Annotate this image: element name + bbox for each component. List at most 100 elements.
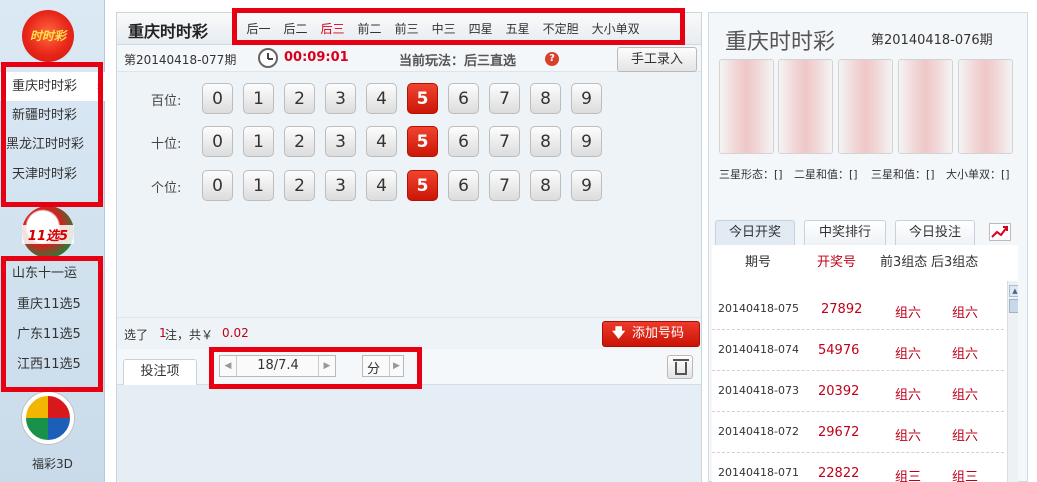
table-row[interactable]: 20140418-074 54976 组六 组六 xyxy=(712,330,1004,371)
digit-ball-1[interactable]: 1 xyxy=(243,170,274,201)
tab-hou1[interactable]: 后一 xyxy=(240,15,277,43)
row-front3: 组六 xyxy=(895,429,922,444)
digit-ball-4[interactable]: 4 xyxy=(366,170,397,201)
digit-ball-1[interactable]: 1 xyxy=(243,126,274,157)
row-number: 54976 xyxy=(818,343,860,358)
results-scrollbar[interactable]: ▲ xyxy=(1007,281,1018,482)
digit-ball-9[interactable]: 9 xyxy=(571,126,602,157)
ssc-logo-icon[interactable]: 时时彩 xyxy=(22,10,74,62)
row-back3: 组六 xyxy=(952,388,979,403)
fc3d-logo-icon[interactable] xyxy=(22,392,74,444)
ssc-logo-text: 时时彩 xyxy=(29,29,66,43)
col-header-front3: 前3组态 xyxy=(880,255,928,270)
tab-zhong3[interactable]: 中三 xyxy=(425,15,462,43)
digit-ball-6[interactable]: 6 xyxy=(448,83,479,114)
digit-ball-8[interactable]: 8 xyxy=(530,126,561,157)
col-header-number: 开奖号 xyxy=(817,255,857,270)
tab-bet-items[interactable]: 投注项 xyxy=(123,359,197,385)
row-period: 20140418-072 xyxy=(718,425,799,438)
digit-ball-8[interactable]: 8 xyxy=(530,170,561,201)
caret-right-icon[interactable]: ▶ xyxy=(389,356,403,376)
sidebar-item-gd11x5[interactable]: 广东11选5 xyxy=(0,320,105,349)
digit-ball-9[interactable]: 9 xyxy=(571,83,602,114)
digit-ball-3[interactable]: 3 xyxy=(325,83,356,114)
digit-ball-3[interactable]: 3 xyxy=(325,170,356,201)
table-row[interactable]: 20140418-075 27892 组六 组六 xyxy=(712,289,1004,330)
sidebar-item-label: 福彩3D xyxy=(32,457,73,471)
manual-entry-button[interactable]: 手工录入 xyxy=(617,47,697,72)
sidebar-item-cq11x5[interactable]: 重庆11选5 xyxy=(0,290,105,319)
11x5-logo-icon[interactable]: 11选5 xyxy=(22,206,74,258)
sidebar-item-label: 江西11选5 xyxy=(17,357,81,372)
sidebar-item-fc3d[interactable]: 福彩3D xyxy=(0,450,105,479)
caret-right-icon[interactable]: ▶ xyxy=(318,356,335,376)
table-row[interactable]: 20140418-073 20392 组六 组六 xyxy=(712,371,1004,412)
tab-qian3[interactable]: 前三 xyxy=(388,15,425,43)
draw-results-panel: 重庆时时彩 第20140418-076期 三星形态：[] 二星和值：[] 三星和… xyxy=(708,12,1028,482)
row-number: 29672 xyxy=(818,425,860,440)
digit-ball-1[interactable]: 1 xyxy=(243,83,274,114)
digit-ball-5[interactable]: 5 xyxy=(407,126,438,157)
sidebar-item-jx11x5[interactable]: 江西11选5 xyxy=(0,350,105,379)
tab-daxiaodanshuang[interactable]: 大小单双 xyxy=(585,15,646,43)
caret-left-icon[interactable]: ◀ xyxy=(220,356,237,376)
bet-list-header: 投注项 ◀ 18/7.4 ▶ 分 ▶ xyxy=(117,349,701,385)
tab-winning-rank[interactable]: 中奖排行 xyxy=(804,220,886,245)
row-back3: 组六 xyxy=(952,347,979,362)
digit-ball-2[interactable]: 2 xyxy=(284,126,315,157)
bet-items-list xyxy=(117,385,701,482)
tab-wuxing[interactable]: 五星 xyxy=(499,15,536,43)
11x5-logo-text: 11选5 xyxy=(22,225,74,244)
digit-ball-6[interactable]: 6 xyxy=(448,126,479,157)
table-row[interactable]: 20140418-072 29672 组六 组六 xyxy=(712,412,1004,453)
digit-ball-7[interactable]: 7 xyxy=(489,170,520,201)
row-period: 20140418-075 xyxy=(718,302,799,315)
tab-hou3[interactable]: 后三 xyxy=(314,15,351,43)
draw-digit-slot xyxy=(898,59,953,154)
sidebar-item-hljssc[interactable]: 黑龙江时时彩 xyxy=(0,130,105,159)
current-period: 第20140418-077期 xyxy=(124,53,237,67)
digit-ball-9[interactable]: 9 xyxy=(571,170,602,201)
digit-ball-7[interactable]: 7 xyxy=(489,83,520,114)
scroll-thumb[interactable] xyxy=(1009,299,1018,313)
trash-icon[interactable] xyxy=(667,355,693,379)
sidebar-item-cqssc[interactable]: 重庆时时彩 › xyxy=(0,72,105,101)
digit-ball-0[interactable]: 0 xyxy=(202,126,233,157)
table-row[interactable]: 20140418-071 22822 组三 组三 xyxy=(712,453,1004,482)
digit-ball-2[interactable]: 2 xyxy=(284,170,315,201)
unit-selector[interactable]: 分 ▶ xyxy=(362,355,404,377)
digit-ball-5[interactable]: 5 xyxy=(407,170,438,201)
sidebar-item-sd11[interactable]: 山东十一运 xyxy=(0,259,105,288)
sidebar-item-label: 重庆11选5 xyxy=(17,297,81,312)
digit-ball-0[interactable]: 0 xyxy=(202,83,233,114)
help-icon[interactable]: ? xyxy=(545,52,559,66)
sidebar-item-label: 黑龙江时时彩 xyxy=(6,137,85,152)
tab-qian2[interactable]: 前二 xyxy=(351,15,388,43)
digit-ball-4[interactable]: 4 xyxy=(366,126,397,157)
arrow-down-icon: 🡇 xyxy=(612,326,626,341)
tab-budingdan[interactable]: 不定胆 xyxy=(536,15,585,43)
trend-chart-icon[interactable] xyxy=(989,223,1011,241)
digit-ball-2[interactable]: 2 xyxy=(284,83,315,114)
col-header-back3: 后3组态 xyxy=(931,255,979,270)
digit-ball-3[interactable]: 3 xyxy=(325,126,356,157)
tab-hou2[interactable]: 后二 xyxy=(277,15,314,43)
draw-digit-slot xyxy=(719,59,774,154)
tab-sixing[interactable]: 四星 xyxy=(462,15,499,43)
scroll-up-icon[interactable]: ▲ xyxy=(1009,285,1018,297)
sidebar-item-tjssc[interactable]: 天津时时彩 xyxy=(0,160,105,189)
add-number-button[interactable]: 🡇 添加号码 xyxy=(602,321,700,347)
tab-today-bets[interactable]: 今日投注 xyxy=(895,220,975,245)
digit-ball-7[interactable]: 7 xyxy=(489,126,520,157)
digit-ball-5[interactable]: 5 xyxy=(407,83,438,114)
multiplier-value[interactable]: 18/7.4 xyxy=(238,358,318,373)
digit-ball-4[interactable]: 4 xyxy=(366,83,397,114)
digit-ball-0[interactable]: 0 xyxy=(202,170,233,201)
tab-today-draws[interactable]: 今日开奖 xyxy=(715,220,795,245)
multiplier-stepper[interactable]: ◀ 18/7.4 ▶ xyxy=(219,355,336,377)
digit-ball-6[interactable]: 6 xyxy=(448,170,479,201)
sidebar-item-label: 山东十一运 xyxy=(12,266,78,281)
sidebar-item-xjssc[interactable]: 新疆时时彩 xyxy=(0,101,105,130)
draw-digit-slot xyxy=(958,59,1013,154)
digit-ball-8[interactable]: 8 xyxy=(530,83,561,114)
